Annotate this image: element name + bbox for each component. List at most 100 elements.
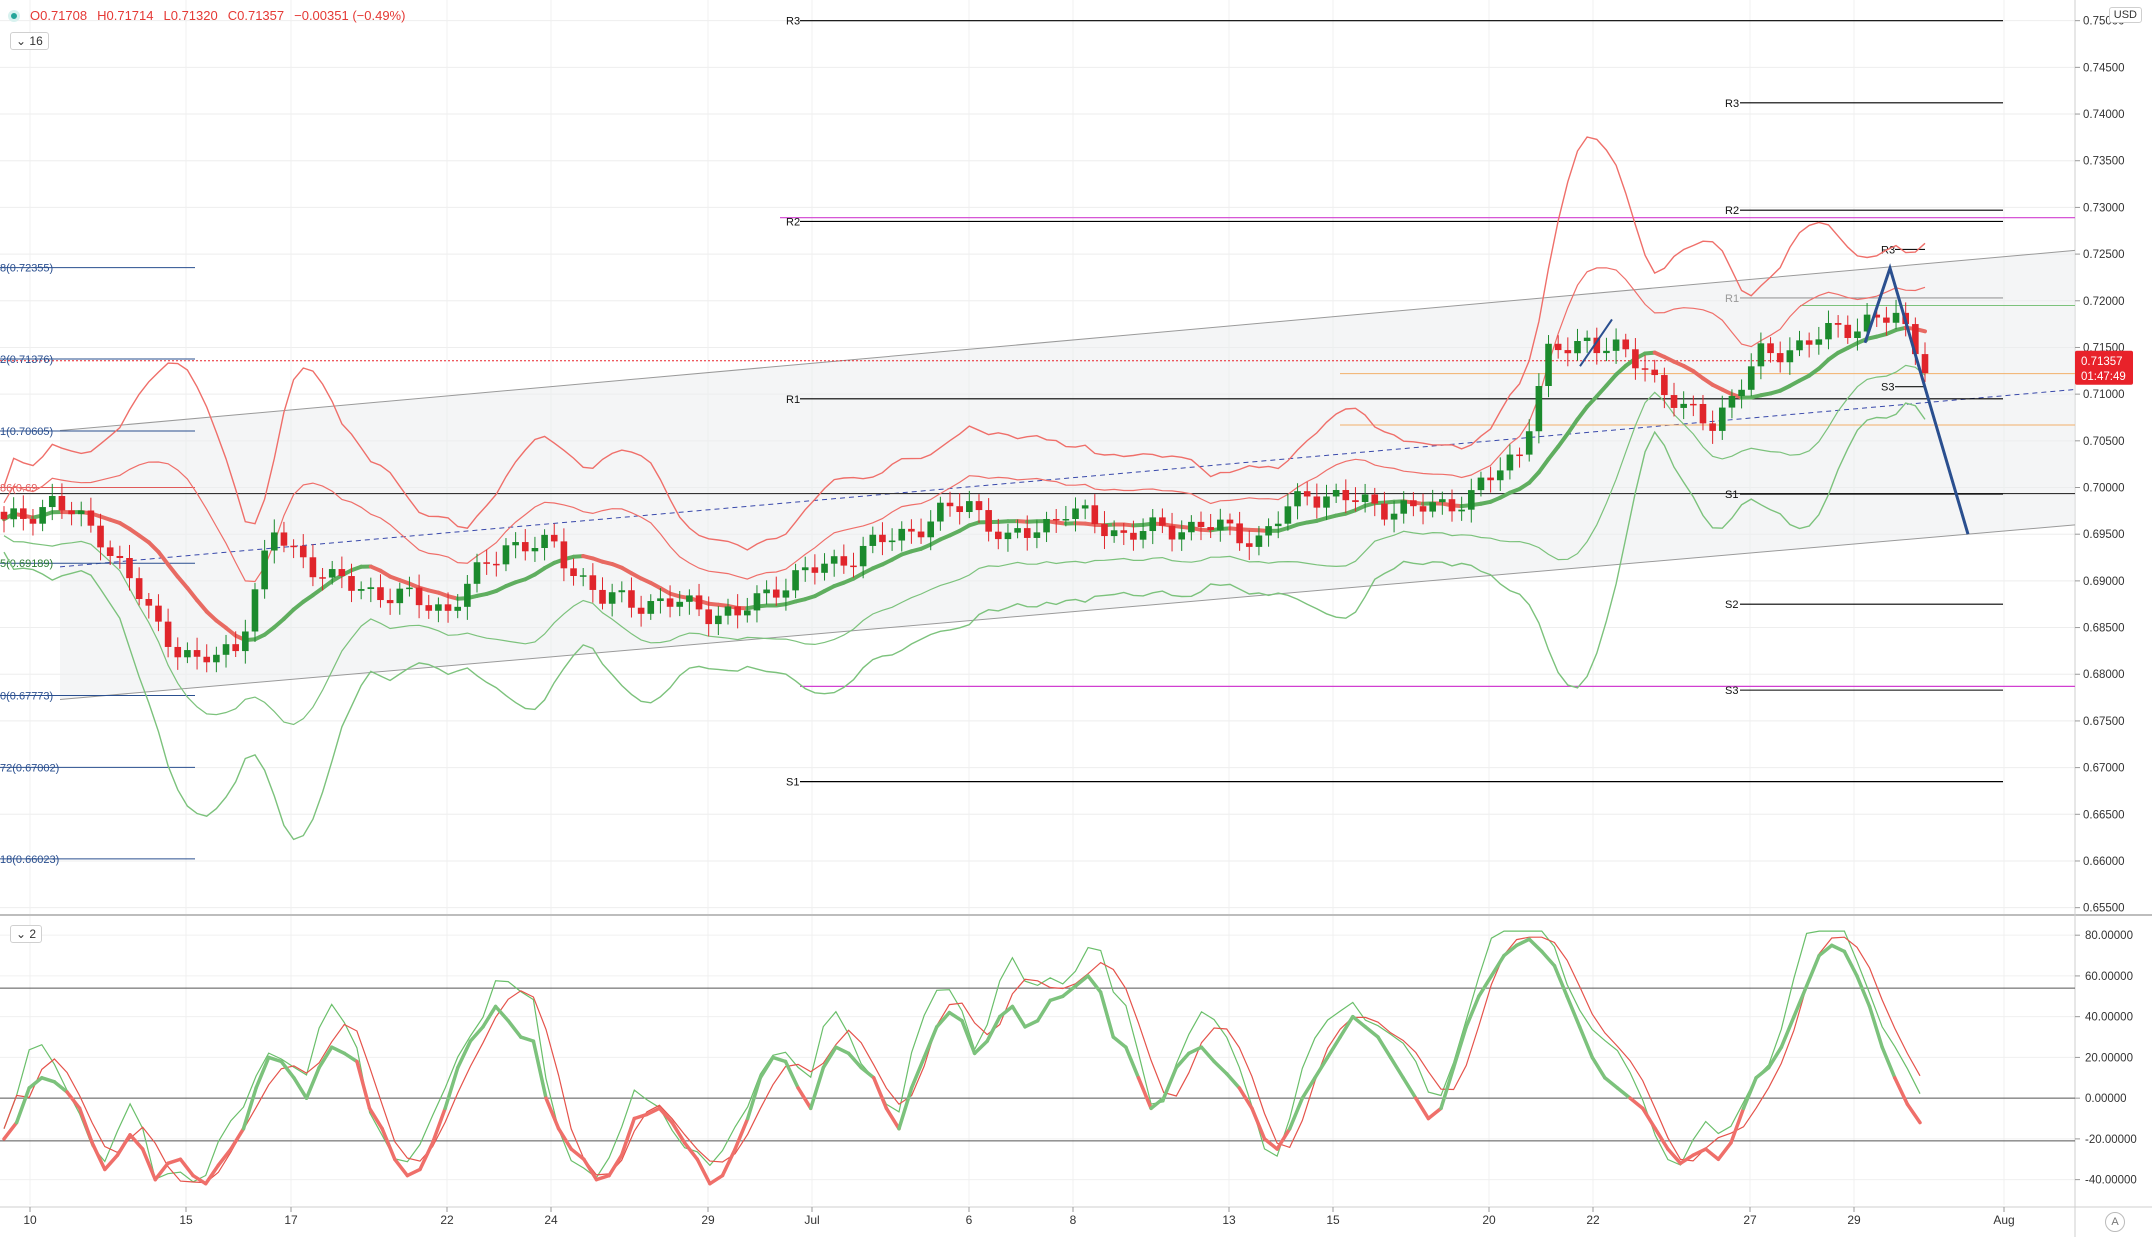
- osc-main-segment: [771, 1055, 788, 1064]
- osc-main-segment: [1136, 1076, 1153, 1111]
- osc-main-segment: [279, 1059, 296, 1080]
- candle-body: [657, 598, 664, 602]
- candle-body: [1217, 519, 1224, 531]
- time-tick-label: 20: [1482, 1213, 1496, 1227]
- candle-body: [184, 650, 191, 658]
- osc-main-segment: [128, 1133, 145, 1151]
- candle-body: [1419, 506, 1427, 512]
- osc-main-segment: [657, 1106, 674, 1125]
- osc-main-segment: [1855, 974, 1872, 1009]
- osc-main-segment: [1212, 1059, 1229, 1076]
- time-tick-label: 24: [544, 1213, 558, 1227]
- candle-body: [348, 576, 355, 591]
- monthly-pivot-label: R1: [786, 394, 800, 406]
- candle-body: [705, 609, 712, 625]
- osc-main-segment: [909, 1055, 926, 1090]
- price-tick-label: 0.73000: [2083, 202, 2125, 214]
- candle-body: [550, 534, 558, 542]
- ohlc-legend: O0.71708 H0.71714 L0.71320 C0.71357 −0.0…: [8, 8, 405, 23]
- osc-main-segment: [859, 1065, 876, 1080]
- candle-body: [1188, 521, 1195, 533]
- osc-main-segment: [1792, 984, 1809, 1019]
- osc-main-segment: [1754, 1065, 1771, 1080]
- candle-body: [164, 621, 172, 647]
- candle-body: [280, 532, 288, 546]
- osc-tick-label: -40.00000: [2085, 1175, 2137, 1187]
- candle-body: [106, 547, 114, 556]
- candle-body: [1033, 532, 1041, 538]
- osc-main-segment: [1388, 1055, 1405, 1080]
- candle-body: [502, 545, 510, 565]
- candle-body: [328, 569, 336, 578]
- time-tick-label: 10: [23, 1213, 37, 1227]
- candle-body: [647, 601, 655, 614]
- candle-body: [377, 587, 384, 601]
- candle-body: [232, 644, 239, 652]
- candle-body: [792, 570, 799, 591]
- candle-body: [763, 589, 770, 594]
- candle-body: [946, 502, 954, 507]
- candle-body: [985, 510, 992, 532]
- candle-body: [1612, 339, 1620, 351]
- time-tick-label: Aug: [1993, 1213, 2014, 1227]
- candle-body: [242, 631, 249, 652]
- osc-main-segment: [632, 1112, 649, 1121]
- candle-body: [1023, 528, 1031, 538]
- osc-main-segment: [594, 1173, 611, 1182]
- candle-body: [956, 506, 963, 513]
- osc-main-segment: [922, 1025, 939, 1060]
- osc-main-segment: [1325, 1035, 1342, 1060]
- time-tick-label: 17: [284, 1213, 298, 1227]
- candle-body: [821, 563, 828, 573]
- close-value: C0.71357: [227, 8, 285, 23]
- price-tick-label: 0.69500: [2083, 529, 2125, 541]
- candle-body: [309, 557, 317, 578]
- candle-body: [473, 562, 481, 584]
- candle-body: [1467, 490, 1475, 510]
- osc-main-segment: [1565, 994, 1582, 1029]
- osc-main-segment: [1540, 949, 1557, 968]
- osc-tick-label: -20.00000: [2085, 1134, 2137, 1146]
- candle-body: [1805, 340, 1813, 345]
- osc-main-segment: [1414, 1096, 1431, 1121]
- candle-body: [1844, 324, 1852, 339]
- candle-body: [270, 532, 278, 551]
- change-value: −0.00351 (−0.49%): [294, 8, 406, 23]
- osc-main-segment: [1439, 1065, 1456, 1111]
- osc-main-segment: [1250, 1106, 1267, 1141]
- candle-body: [1699, 403, 1707, 424]
- osc-main-segment: [380, 1126, 397, 1162]
- price-tick-label: 0.68500: [2083, 623, 2125, 635]
- price-tick-label: 0.70000: [2083, 483, 2125, 495]
- candle-body: [193, 650, 201, 657]
- osc-main-segment: [1199, 1045, 1216, 1064]
- candle-body: [1757, 343, 1765, 367]
- candle-body: [444, 604, 452, 611]
- candle-body: [415, 587, 423, 606]
- price-chart[interactable]: 8(0.72355)2(0.71376)1(0.70605)86(0.695(0…: [0, 0, 2152, 1237]
- candle-body: [1796, 340, 1803, 351]
- candle-body: [1506, 454, 1514, 471]
- osc-main-segment: [1426, 1106, 1443, 1121]
- candle-body: [1477, 477, 1485, 491]
- fib-level-label: 0(0.67773): [0, 690, 53, 702]
- currency-label[interactable]: USD: [2108, 7, 2142, 23]
- osc-main-segment: [1905, 1102, 1922, 1125]
- candle-body: [1323, 496, 1330, 508]
- oscillator-pane-indicator-count: 2: [29, 927, 37, 941]
- auto-scale-button[interactable]: A: [2105, 1212, 2125, 1232]
- candle-body: [145, 599, 153, 606]
- candle-body: [1342, 490, 1350, 501]
- candle-body: [1786, 350, 1794, 363]
- monthly-pivot-label: R3: [786, 16, 800, 28]
- time-tick-label: 27: [1743, 1213, 1757, 1227]
- candle-body: [1661, 375, 1668, 396]
- osc-main-segment: [1086, 974, 1103, 994]
- candle-body: [48, 495, 56, 508]
- candle-body: [1284, 506, 1292, 524]
- candle-body: [1767, 343, 1774, 354]
- oscillator-pane-indicator-toggle[interactable]: ⌄ 2: [10, 925, 43, 943]
- weekly-pivot-label: R3: [1725, 98, 1739, 110]
- main-pane-indicator-toggle[interactable]: ⌄ 16: [10, 32, 49, 50]
- candle-body: [1043, 518, 1050, 533]
